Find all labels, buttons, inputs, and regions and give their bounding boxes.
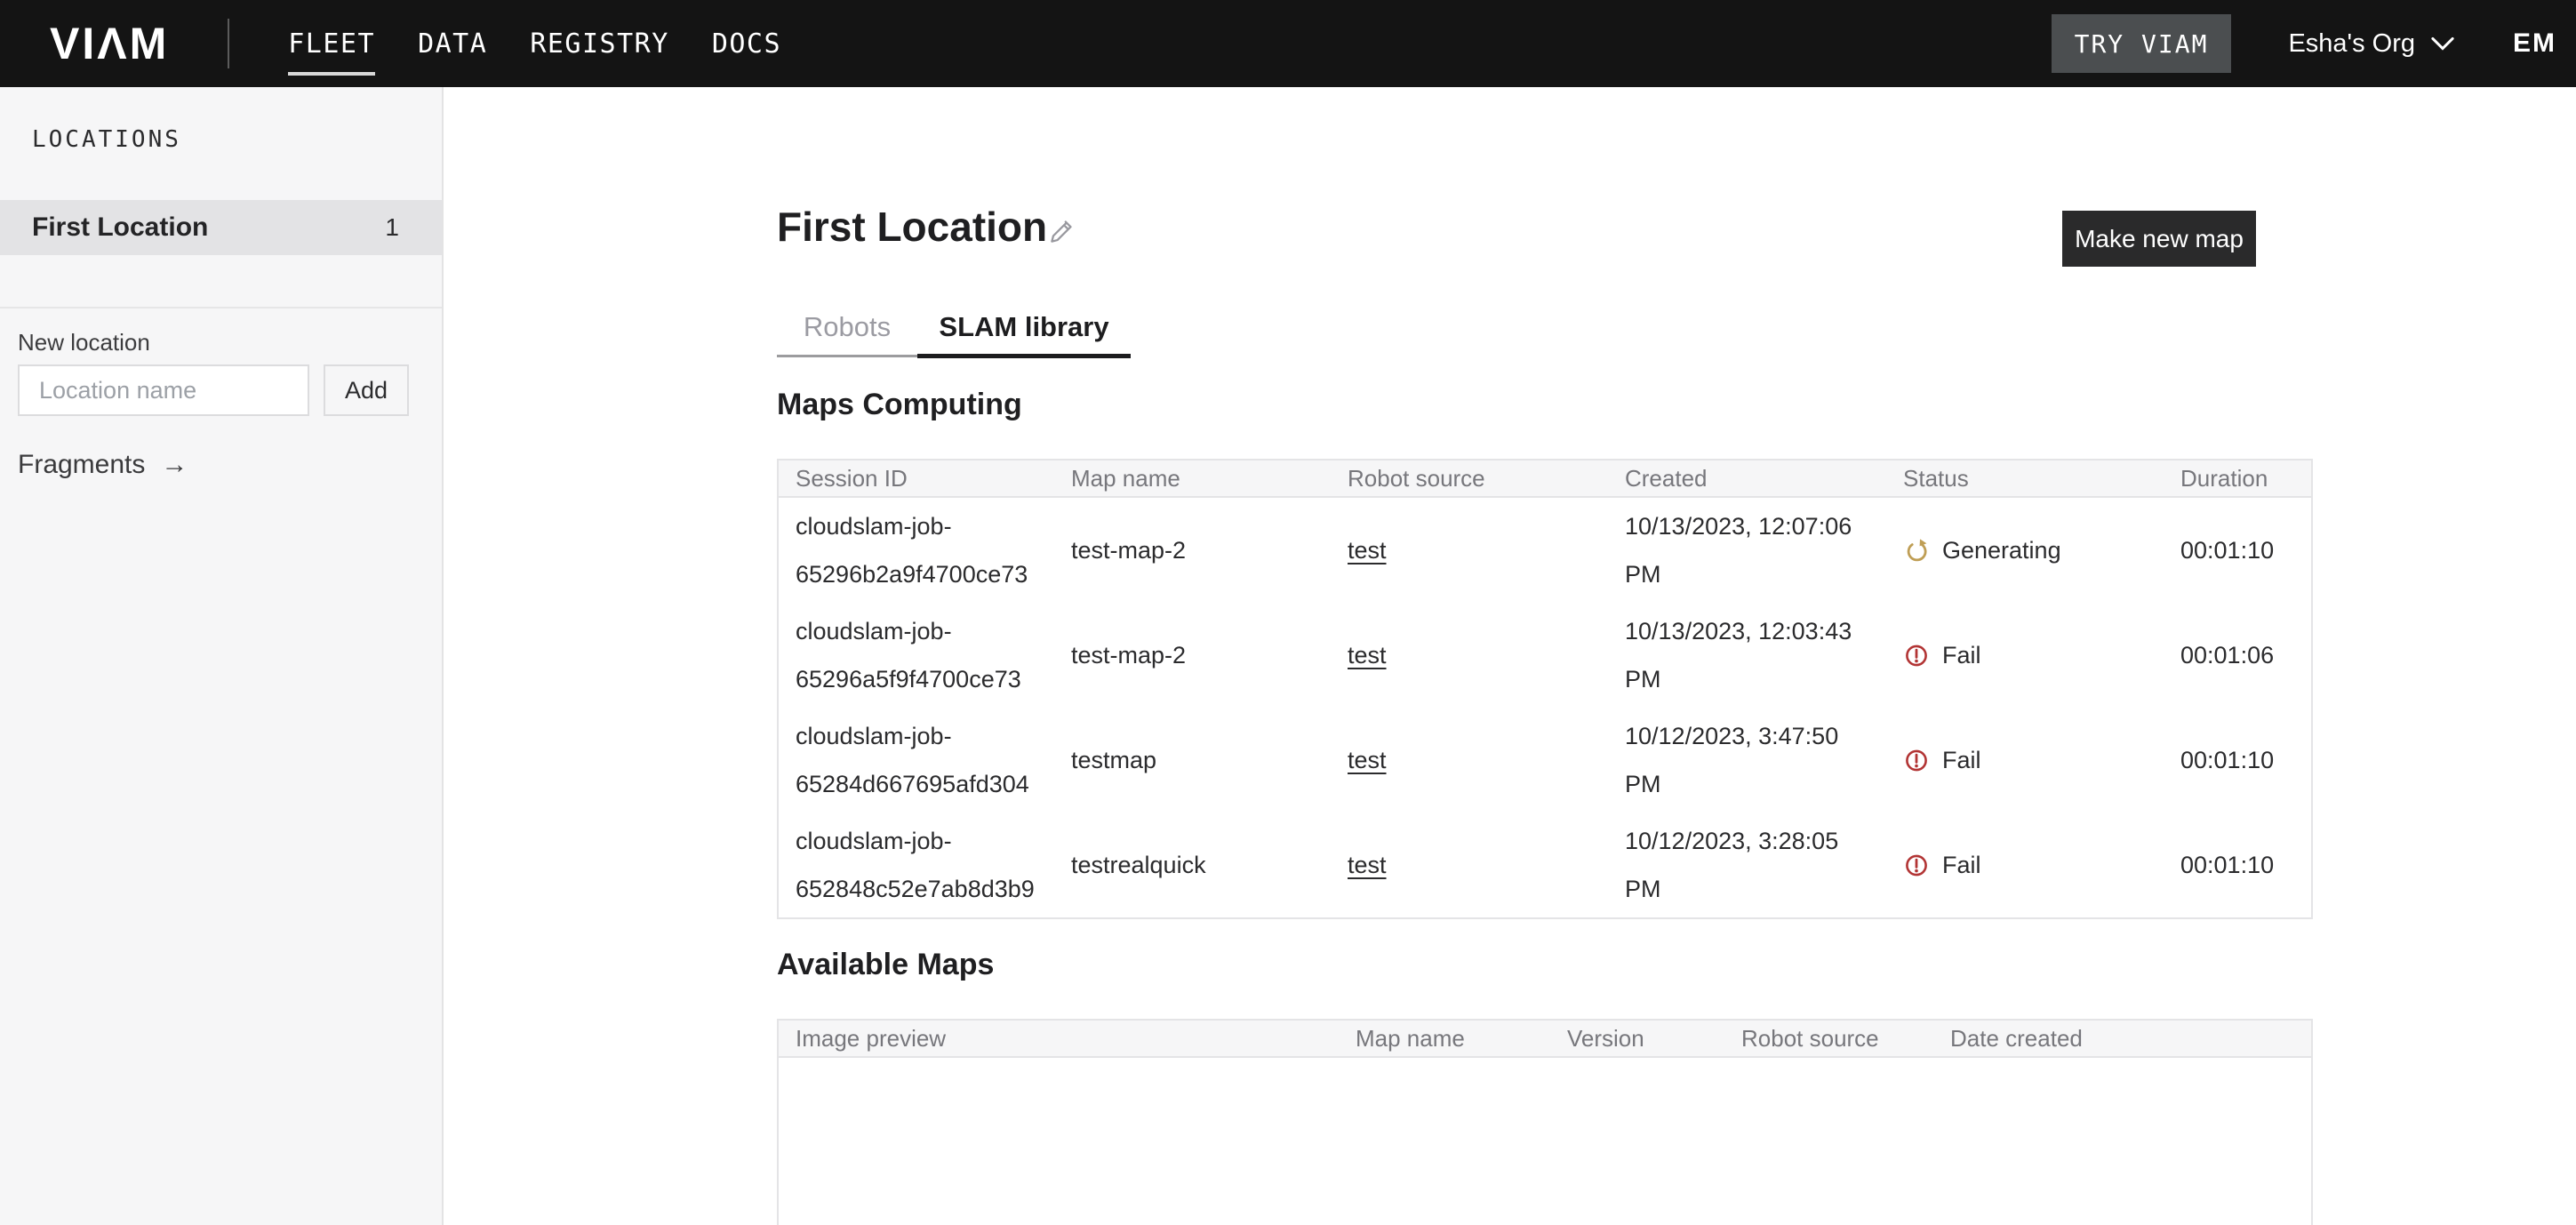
- location-detail-content: First Location Make new map Robots SLAM …: [777, 0, 2313, 1225]
- robot-source-link[interactable]: test: [1348, 747, 1387, 773]
- robot-source-cell: test: [1331, 841, 1608, 889]
- viam-app-page: VIΛM FLEET DATA REGISTRY DOCS TRY VIAM E…: [0, 0, 2576, 1225]
- alert-circle-icon: [1903, 642, 1930, 669]
- col-status: Status: [1886, 465, 2164, 492]
- col-robot-source: Robot source: [1331, 465, 1608, 492]
- duration-cell: 00:01:10: [2164, 736, 2311, 784]
- user-avatar-initials[interactable]: EM: [2513, 28, 2556, 59]
- status-label: Generating: [1942, 526, 2061, 574]
- add-location-button[interactable]: Add: [324, 364, 409, 416]
- col-duration: Duration: [2164, 465, 2311, 492]
- robot-source-link[interactable]: test: [1348, 537, 1387, 564]
- robot-source-link[interactable]: test: [1348, 852, 1387, 878]
- col-session-id: Session ID: [779, 465, 1054, 492]
- session-id-cell: cloudslam-job-65296a5f9f4700ce73: [779, 607, 1054, 703]
- sidebar-divider: [0, 307, 442, 308]
- session-id-cell: cloudslam-job-65296b2a9f4700ce73: [779, 502, 1054, 598]
- available-maps-heading: Available Maps: [777, 948, 994, 982]
- make-new-map-button[interactable]: Make new map: [2062, 211, 2256, 267]
- created-cell: 10/12/2023, 3:47:50 PM: [1608, 712, 1886, 808]
- col-map-name: Map name: [1054, 465, 1331, 492]
- created-cell: 10/12/2023, 3:28:05 PM: [1608, 817, 1886, 913]
- nav-item-registry[interactable]: REGISTRY: [530, 28, 669, 60]
- status-cell: Fail: [1886, 841, 2164, 889]
- duration-cell: 00:01:06: [2164, 631, 2311, 679]
- table-row: cloudslam-job-652848c52e7ab8d3b9 testrea…: [779, 813, 2311, 917]
- status-label: Fail: [1942, 736, 1981, 784]
- pencil-icon[interactable]: [1047, 215, 1077, 245]
- new-location-label: New location: [18, 329, 150, 356]
- col-map-name: Map name: [1339, 1025, 1550, 1053]
- status-cell: Fail: [1886, 631, 2164, 679]
- status-label: Fail: [1942, 841, 1981, 889]
- maps-computing-heading: Maps Computing: [777, 388, 1022, 422]
- maps-computing-header-row: Session ID Map name Robot source Created…: [779, 459, 2311, 498]
- status-label: Fail: [1942, 631, 1981, 679]
- available-maps-body: [779, 1058, 2311, 1225]
- tab-slam-library[interactable]: SLAM library: [917, 299, 1131, 355]
- status-cell: Fail: [1886, 736, 2164, 784]
- duration-cell: 00:01:10: [2164, 526, 2311, 574]
- table-row: cloudslam-job-65296a5f9f4700ce73 test-ma…: [779, 603, 2311, 708]
- created-cell: 10/13/2023, 12:03:43 PM: [1608, 607, 1886, 703]
- duration-cell: 00:01:10: [2164, 841, 2311, 889]
- sidebar-item-first-location[interactable]: First Location 1: [0, 200, 442, 255]
- robot-source-link[interactable]: test: [1348, 642, 1387, 669]
- alert-circle-icon: [1903, 747, 1930, 773]
- maps-computing-table: Session ID Map name Robot source Created…: [777, 459, 2313, 919]
- map-name-cell: test-map-2: [1054, 526, 1331, 574]
- location-tabs: Robots SLAM library: [777, 299, 1131, 357]
- viam-logo[interactable]: VIΛM: [50, 18, 169, 69]
- col-version: Version: [1550, 1025, 1724, 1053]
- status-cell: Generating: [1886, 526, 2164, 574]
- created-cell: 10/13/2023, 12:07:06 PM: [1608, 502, 1886, 598]
- table-row: cloudslam-job-65284d667695afd304 testmap…: [779, 708, 2311, 813]
- robot-source-cell: test: [1331, 631, 1608, 679]
- robot-source-cell: test: [1331, 526, 1608, 574]
- nav-item-fleet[interactable]: FLEET: [288, 28, 375, 60]
- nav-divider: [228, 19, 229, 68]
- session-id-cell: cloudslam-job-65284d667695afd304: [779, 712, 1054, 808]
- col-image-preview: Image preview: [779, 1025, 1339, 1053]
- arrow-right-icon: →: [161, 450, 188, 480]
- col-date-created: Date created: [1933, 1025, 2311, 1053]
- locations-heading: LOCATIONS: [32, 126, 181, 153]
- map-name-cell: testmap: [1054, 736, 1331, 784]
- locations-sidebar: LOCATIONS First Location 1 New location …: [0, 87, 444, 1225]
- table-row: cloudslam-job-65296b2a9f4700ce73 test-ma…: [779, 498, 2311, 603]
- alert-circle-icon: [1903, 852, 1930, 878]
- col-robot-source: Robot source: [1724, 1025, 1933, 1053]
- org-switcher[interactable]: Esha's Org: [2288, 29, 2454, 59]
- fragments-link[interactable]: Fragments →: [18, 450, 188, 480]
- map-name-cell: test-map-2: [1054, 631, 1331, 679]
- chevron-down-icon: [2431, 36, 2454, 51]
- primary-nav: FLEET DATA REGISTRY DOCS: [288, 28, 781, 60]
- map-name-cell: testrealquick: [1054, 841, 1331, 889]
- location-name: First Location: [32, 212, 208, 243]
- nav-item-data[interactable]: DATA: [418, 28, 487, 60]
- nav-item-docs[interactable]: DOCS: [712, 28, 781, 60]
- fragments-label: Fragments: [18, 450, 145, 480]
- session-id-cell: cloudslam-job-652848c52e7ab8d3b9: [779, 817, 1054, 913]
- col-created: Created: [1608, 465, 1886, 492]
- tab-robots[interactable]: Robots: [777, 299, 917, 355]
- maps-computing-body: cloudslam-job-65296b2a9f4700ce73 test-ma…: [779, 498, 2311, 917]
- robot-source-cell: test: [1331, 736, 1608, 784]
- location-name-input[interactable]: [18, 364, 309, 416]
- location-robot-count: 1: [385, 213, 399, 242]
- available-maps-table: Image preview Map name Version Robot sou…: [777, 1019, 2313, 1225]
- refresh-icon: [1903, 537, 1930, 564]
- page-title: First Location: [777, 203, 1047, 251]
- available-maps-header-row: Image preview Map name Version Robot sou…: [779, 1019, 2311, 1058]
